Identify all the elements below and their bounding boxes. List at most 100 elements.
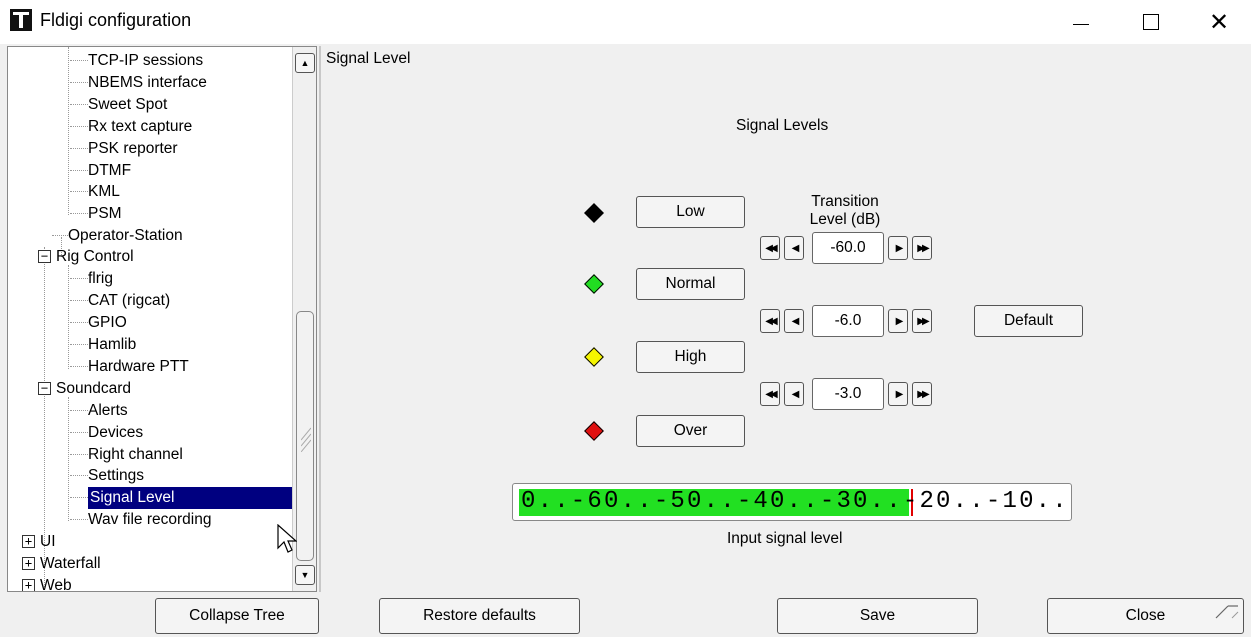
- default-button[interactable]: Default: [974, 305, 1083, 337]
- tree-item-hamlib[interactable]: Hamlib: [70, 334, 136, 356]
- input-signal-meter: 0..-60..-50..-40..-30..-20..-10...|: [512, 483, 1072, 521]
- tree-item-rig-control[interactable]: Rig Control: [56, 246, 134, 268]
- window-title: Fldigi configuration: [40, 10, 192, 30]
- tree-guide-line: [68, 397, 69, 521]
- close-icon: ✕: [1208, 8, 1230, 36]
- double-left-icon: ◀◀: [765, 315, 778, 327]
- tree-item-kml[interactable]: KML: [70, 181, 120, 203]
- tree-item-alerts[interactable]: Alerts: [70, 400, 128, 422]
- triangle-down-icon: ▼: [300, 570, 310, 580]
- tree-scrollbar[interactable]: ▲ ▼: [292, 47, 316, 591]
- double-right-icon: ▶▶: [917, 388, 930, 400]
- panel-title: Signal Level: [326, 50, 411, 67]
- tree-item-signal-level[interactable]: Signal Level: [70, 486, 293, 510]
- scroll-thumb[interactable]: [296, 311, 314, 561]
- tree-item-rx-text-capture[interactable]: Rx text capture: [70, 116, 192, 138]
- over-color-swatch: [584, 421, 604, 441]
- increment-button[interactable]: ▶: [888, 309, 908, 333]
- tree-item-right-channel[interactable]: Right channel: [70, 444, 183, 466]
- tree-item-tcp-ip-sessions[interactable]: TCP-IP sessions: [70, 50, 203, 72]
- low-color-button[interactable]: Low: [636, 196, 745, 228]
- fast-decrement-button[interactable]: ◀◀: [760, 382, 780, 406]
- normal-transition-value[interactable]: -6.0: [812, 305, 884, 337]
- minimize-button[interactable]: [1058, 0, 1104, 44]
- tree-item-ui[interactable]: UI: [40, 531, 56, 553]
- scroll-up-button[interactable]: ▲: [295, 53, 315, 73]
- expand-ui-icon[interactable]: +: [22, 535, 35, 548]
- panel-divider[interactable]: [319, 46, 321, 592]
- minimize-icon: [1073, 23, 1089, 25]
- right-icon: ▶: [895, 315, 904, 327]
- app-icon: [10, 9, 32, 31]
- low-color-swatch: [584, 203, 604, 223]
- triangle-up-icon: ▲: [300, 58, 310, 68]
- tree-item-nbems-interface[interactable]: NBEMS interface: [70, 72, 207, 94]
- maximize-button[interactable]: [1128, 0, 1174, 44]
- collapse-rig-control-icon[interactable]: −: [38, 250, 51, 263]
- normal-color-swatch: [584, 274, 604, 294]
- tree-item-sweet-spot[interactable]: Sweet Spot: [70, 94, 167, 116]
- normal-transition-counter: ◀◀ ◀ -6.0 ▶ ▶▶: [760, 305, 940, 337]
- collapse-soundcard-icon[interactable]: −: [38, 382, 51, 395]
- double-left-icon: ◀◀: [765, 388, 778, 400]
- high-color-swatch: [584, 347, 604, 367]
- fast-decrement-button[interactable]: ◀◀: [760, 309, 780, 333]
- over-color-button[interactable]: Over: [636, 415, 745, 447]
- mouse-pointer-icon: [277, 524, 297, 553]
- fast-increment-button[interactable]: ▶▶: [912, 236, 932, 260]
- collapse-tree-button[interactable]: Collapse Tree: [155, 598, 319, 634]
- low-transition-counter: ◀◀ ◀ -60.0 ▶ ▶▶: [760, 232, 940, 264]
- restore-defaults-button[interactable]: Restore defaults: [379, 598, 580, 634]
- tree-item-operator-station[interactable]: Operator-Station: [52, 225, 183, 247]
- tree-item-wav-file-recording[interactable]: Wav file recording: [70, 509, 211, 531]
- expand-waterfall-icon[interactable]: +: [22, 557, 35, 570]
- tree-item-devices[interactable]: Devices: [70, 422, 143, 444]
- high-transition-counter: ◀◀ ◀ -3.0 ▶ ▶▶: [760, 378, 940, 410]
- expand-web-icon[interactable]: +: [22, 579, 35, 591]
- decrement-button[interactable]: ◀: [784, 309, 804, 333]
- right-icon: ▶: [895, 388, 904, 400]
- tree-item-hardware-ptt[interactable]: Hardware PTT: [70, 356, 189, 378]
- meter-caption: Input signal level: [727, 530, 843, 547]
- low-transition-value[interactable]: -60.0: [812, 232, 884, 264]
- tree-item-psm[interactable]: PSM: [70, 203, 122, 225]
- decrement-button[interactable]: ◀: [784, 382, 804, 406]
- normal-color-button[interactable]: Normal: [636, 268, 745, 300]
- tree-item-gpio[interactable]: GPIO: [70, 312, 127, 334]
- tree-item-settings[interactable]: Settings: [70, 465, 144, 487]
- signal-levels-heading: Signal Levels: [736, 117, 829, 134]
- title-bar: Fldigi configuration ✕: [0, 0, 1251, 44]
- save-button[interactable]: Save: [777, 598, 978, 634]
- resize-grip-icon[interactable]: [1212, 602, 1240, 622]
- tree-item-waterfall[interactable]: Waterfall: [40, 553, 101, 575]
- tree-guide-line: [68, 265, 69, 369]
- tree-item-web[interactable]: Web: [40, 575, 72, 591]
- meter-scale: 0..-60..-50..-40..-30..-20..-10...|: [521, 488, 1072, 515]
- close-window-button[interactable]: ✕: [1196, 0, 1242, 44]
- decrement-button[interactable]: ◀: [784, 236, 804, 260]
- right-icon: ▶: [895, 242, 904, 254]
- fast-increment-button[interactable]: ▶▶: [912, 382, 932, 406]
- grip-icon: [301, 427, 311, 452]
- tree-item-dtmf[interactable]: DTMF: [70, 160, 131, 182]
- high-color-button[interactable]: High: [636, 341, 745, 373]
- left-icon: ◀: [791, 315, 800, 327]
- increment-button[interactable]: ▶: [888, 382, 908, 406]
- tree-item-psk-reporter[interactable]: PSK reporter: [70, 138, 178, 160]
- scroll-down-button[interactable]: ▼: [295, 565, 315, 585]
- config-tree: TCP-IP sessions NBEMS interface Sweet Sp…: [7, 46, 317, 592]
- tree-item-cat-rigcat[interactable]: CAT (rigcat): [70, 290, 170, 312]
- increment-button[interactable]: ▶: [888, 236, 908, 260]
- double-left-icon: ◀◀: [765, 242, 778, 254]
- high-transition-value[interactable]: -3.0: [812, 378, 884, 410]
- left-icon: ◀: [791, 242, 800, 254]
- tree-guide-line: [68, 47, 69, 215]
- left-icon: ◀: [791, 388, 800, 400]
- tree-item-flrig[interactable]: flrig: [70, 268, 113, 290]
- fast-increment-button[interactable]: ▶▶: [912, 309, 932, 333]
- maximize-icon: [1143, 14, 1159, 30]
- tree-item-soundcard[interactable]: Soundcard: [56, 378, 131, 400]
- transition-level-label: Transition Level (dB): [809, 193, 881, 228]
- double-right-icon: ▶▶: [917, 242, 930, 254]
- fast-decrement-button[interactable]: ◀◀: [760, 236, 780, 260]
